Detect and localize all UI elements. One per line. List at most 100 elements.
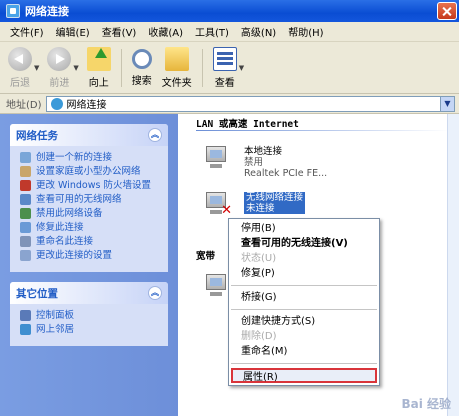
other-places-panel: 其它位置 ︽ 控制面板 网上邻居 — [10, 282, 168, 346]
task-firewall-settings[interactable]: 更改 Windows 防火墙设置 — [20, 180, 160, 191]
up-folder-icon — [86, 46, 111, 71]
menu-separator — [231, 309, 377, 310]
task-repair-connection[interactable]: 修复此连接 — [20, 222, 160, 233]
group-header-broadband: 宽带 — [196, 251, 216, 262]
disable-device-icon — [20, 208, 31, 219]
views-icon — [212, 46, 237, 71]
task-label: 重命名此连接 — [36, 236, 94, 247]
connection-name: 本地连接 — [244, 146, 283, 157]
firewall-icon — [20, 180, 31, 191]
back-arrow-icon — [8, 46, 32, 71]
search-label: 搜索 — [131, 75, 152, 87]
group-divider — [196, 130, 449, 131]
task-create-connection[interactable]: 创建一个新的连接 — [20, 152, 160, 163]
toolbar-separator — [120, 48, 122, 87]
new-connection-icon — [20, 152, 31, 163]
menu-item-repair[interactable]: 修复(P) — [229, 266, 379, 281]
connection-device: Realtek PCIe FE... — [244, 168, 328, 179]
wireless-icon — [20, 194, 31, 205]
toolbar: 后退 ▼ 前进 ▼ 向上 搜索 文件夹 查看 ▼ — [0, 42, 459, 94]
task-rename-connection[interactable]: 重命名此连接 — [20, 236, 160, 247]
place-control-panel[interactable]: 控制面板 — [20, 310, 160, 321]
vertical-scrollbar[interactable] — [447, 114, 459, 416]
title-bar: 网络连接 — [0, 0, 459, 22]
menu-separator — [231, 363, 377, 364]
menu-item-disable[interactable]: 停用(B) — [229, 221, 379, 236]
menu-item-bridge[interactable]: 桥接(G) — [229, 290, 379, 305]
up-button[interactable]: 向上 — [86, 46, 111, 89]
menu-item-create-shortcut[interactable]: 创建快捷方式(S) — [229, 314, 379, 329]
settings-icon — [20, 250, 31, 261]
address-dropdown-icon[interactable]: ▼ — [440, 96, 454, 111]
task-view-wireless[interactable]: 查看可用的无线网络 — [20, 194, 160, 205]
lan-connection-icon — [204, 146, 234, 176]
address-label: 地址(D) — [6, 100, 42, 111]
connection-status: 禁用 — [244, 157, 264, 168]
task-label: 修复此连接 — [36, 222, 84, 233]
forward-label: 前进 — [49, 77, 70, 89]
network-connections-window: 网络连接 文件(F) 编辑(E) 查看(V) 收藏(A) 工具(T) 高级(N)… — [0, 0, 459, 416]
back-button[interactable]: 后退 — [8, 46, 32, 89]
up-label: 向上 — [88, 77, 109, 89]
address-value: 网络连接 — [66, 100, 107, 111]
menu-file[interactable]: 文件(F) — [4, 24, 50, 39]
menu-advanced[interactable]: 高级(N) — [235, 24, 282, 39]
watermark: Bai 经验 — [401, 397, 451, 411]
collapse-icon[interactable]: ︽ — [148, 286, 162, 300]
collapse-icon[interactable]: ︽ — [148, 128, 162, 142]
task-label: 更改此连接的设置 — [36, 250, 113, 261]
views-dropdown-icon[interactable]: ▼ — [239, 64, 244, 72]
search-button[interactable]: 搜索 — [131, 48, 152, 87]
task-label: 更改 Windows 防火墙设置 — [36, 180, 151, 191]
window-title: 网络连接 — [25, 5, 69, 18]
menu-item-properties[interactable]: 属性(R) — [231, 368, 377, 383]
place-network-neighborhood[interactable]: 网上邻居 — [20, 324, 160, 335]
network-tasks-title: 网络任务 — [16, 129, 58, 142]
task-label: 创建一个新的连接 — [36, 152, 113, 163]
task-change-settings[interactable]: 更改此连接的设置 — [20, 250, 160, 261]
task-label: 禁用此网络设备 — [36, 208, 103, 219]
folders-button[interactable]: 文件夹 — [162, 46, 192, 89]
network-icon — [50, 97, 63, 110]
menu-view[interactable]: 查看(V) — [96, 24, 143, 39]
connection-local[interactable]: 本地连接 禁用 Realtek PCIe FE... — [204, 146, 327, 179]
menu-item-view-wireless[interactable]: 查看可用的无线连接(V) — [229, 236, 379, 251]
place-label: 控制面板 — [36, 310, 75, 321]
address-field[interactable]: 网络连接 ▼ — [45, 95, 455, 112]
toolbar-separator — [201, 48, 203, 87]
views-label: 查看 — [214, 77, 235, 89]
close-button[interactable] — [437, 2, 457, 20]
menu-item-rename[interactable]: 重命名(M) — [229, 344, 379, 359]
other-places-title: 其它位置 — [16, 287, 58, 300]
control-panel-icon — [20, 310, 31, 321]
network-tasks-panel: 网络任务 ︽ 创建一个新的连接 设置家庭或小型办公网络 更改 Windows 防… — [10, 124, 168, 272]
connection-status: 未连接 — [244, 203, 306, 214]
folder-icon — [164, 46, 189, 71]
back-dropdown-icon[interactable]: ▼ — [34, 64, 39, 72]
forward-arrow-icon — [47, 46, 72, 71]
task-setup-home-network[interactable]: 设置家庭或小型办公网络 — [20, 166, 160, 177]
task-disable-device[interactable]: 禁用此网络设备 — [20, 208, 160, 219]
network-tasks-header[interactable]: 网络任务 ︽ — [10, 124, 168, 146]
address-bar: 地址(D) 网络连接 ▼ — [0, 94, 459, 114]
menu-edit[interactable]: 编辑(E) — [50, 24, 96, 39]
group-header-lan: LAN 或高速 Internet — [196, 119, 299, 130]
network-places-icon — [20, 324, 31, 335]
other-places-header[interactable]: 其它位置 ︽ — [10, 282, 168, 304]
forward-dropdown-icon[interactable]: ▼ — [73, 64, 78, 72]
network-folder-icon — [6, 4, 20, 18]
menu-bar: 文件(F) 编辑(E) 查看(V) 收藏(A) 工具(T) 高级(N) 帮助(H… — [0, 22, 459, 42]
views-button[interactable]: 查看 — [212, 46, 237, 89]
place-label: 网上邻居 — [36, 324, 75, 335]
forward-button[interactable]: 前进 — [47, 46, 72, 89]
disconnected-x-icon: ✕ — [221, 203, 232, 218]
context-menu: 停用(B) 查看可用的无线连接(V) 状态(U) 修复(P) 桥接(G) 创建快… — [228, 218, 380, 386]
menu-tools[interactable]: 工具(T) — [189, 24, 235, 39]
menu-favorites[interactable]: 收藏(A) — [142, 24, 189, 39]
menu-separator — [231, 285, 377, 286]
menu-item-status: 状态(U) — [241, 253, 277, 264]
menu-item-delete: 删除(D) — [241, 331, 277, 342]
menu-help[interactable]: 帮助(H) — [282, 24, 329, 39]
repair-icon — [20, 222, 31, 233]
search-icon — [131, 48, 152, 69]
